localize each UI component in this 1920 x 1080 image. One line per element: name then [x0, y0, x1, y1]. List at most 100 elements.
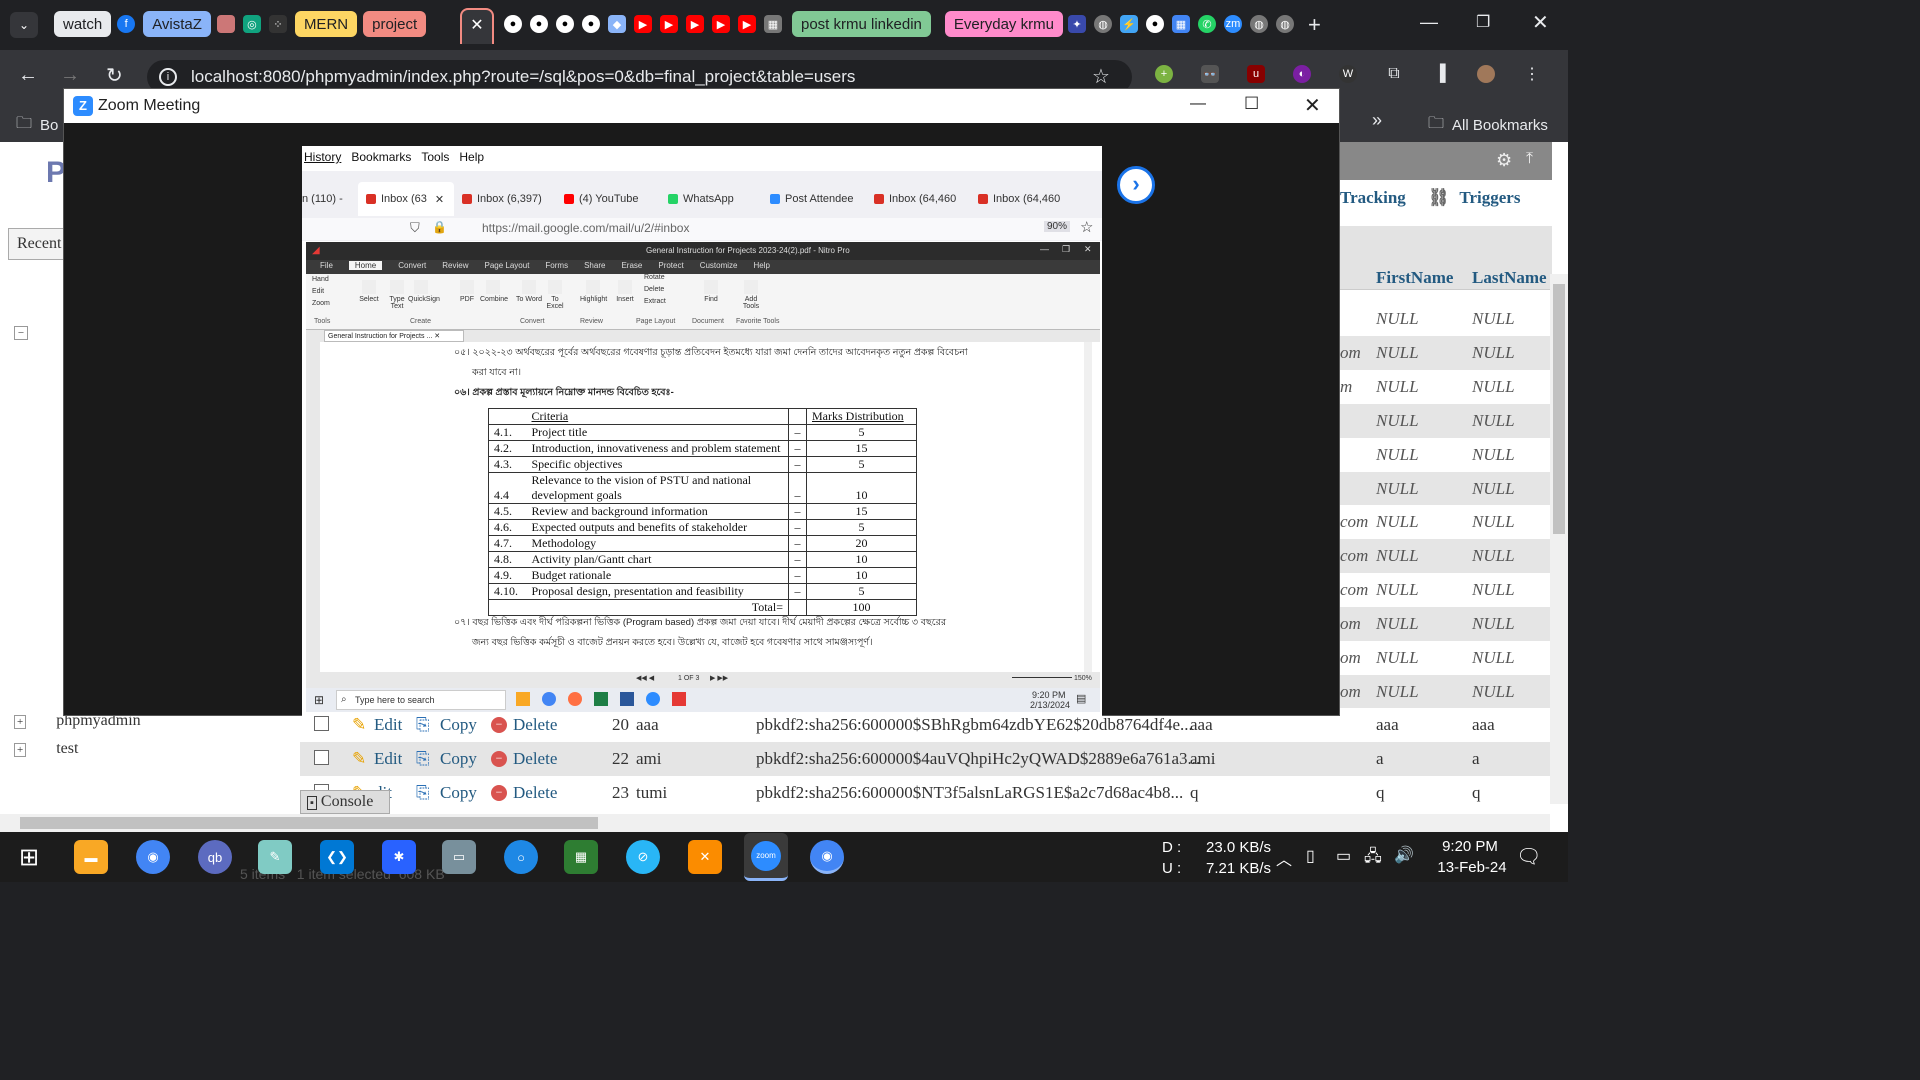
ribbon-tool[interactable]: Hand — [312, 276, 329, 283]
ribbon-tool[interactable]: Delete — [644, 286, 664, 293]
avatar-tab-icon[interactable] — [216, 15, 235, 33]
all-bookmarks-label[interactable]: All Bookmarks — [1452, 117, 1548, 134]
ribbon-tab[interactable]: Convert — [398, 261, 426, 270]
next-page-arrow-icon[interactable]: › — [1117, 166, 1155, 204]
ribbon-tab[interactable]: Review — [442, 261, 468, 270]
page-indicator[interactable]: 1 OF 3 — [678, 675, 699, 682]
chrome-icon[interactable]: ◉ — [136, 840, 170, 874]
delete-link[interactable]: Delete — [513, 749, 557, 769]
side-panel-icon[interactable]: ▐ — [1431, 65, 1449, 83]
ribbon-tool[interactable]: Extract — [644, 298, 666, 305]
vscode-icon[interactable]: ❮❯ — [320, 840, 354, 874]
ribbon-tool[interactable]: Insert — [612, 278, 638, 303]
notification-icon[interactable]: ▤ — [1076, 692, 1086, 705]
table-row[interactable]: NULL NULL — [1340, 471, 1550, 506]
glasses-extension-icon[interactable]: 👓 — [1201, 65, 1219, 83]
profile-avatar[interactable] — [1477, 65, 1495, 83]
collapse-icon[interactable]: − — [14, 326, 28, 340]
copy-link[interactable]: Copy — [440, 783, 477, 803]
firefox-tab[interactable]: Inbox (64,460 — [978, 182, 1060, 216]
ribbon-tool[interactable]: Type Text — [384, 278, 410, 310]
horizontal-scrollbar[interactable] — [0, 814, 1550, 832]
page-nav-icon[interactable]: ◀◀ ◀ — [636, 674, 654, 682]
xampp-icon[interactable]: ✕ — [688, 840, 722, 874]
notifications-icon[interactable]: 🗨 — [1516, 844, 1541, 869]
ribbon-tool[interactable]: Edit — [312, 288, 324, 295]
table-row[interactable]: NULL NULL — [1340, 302, 1550, 336]
ribbon-tab[interactable]: Customize — [700, 261, 738, 270]
extension-icon[interactable]: ◐ — [1293, 65, 1311, 83]
table-row[interactable]: om NULL NULL — [1340, 607, 1550, 642]
back-arrow-icon[interactable]: ← — [18, 64, 38, 87]
table-row[interactable]: om NULL NULL — [1340, 335, 1550, 370]
scrollbar-thumb[interactable] — [20, 817, 598, 829]
chevron-up-icon[interactable]: ︿ — [1276, 846, 1292, 870]
ribbon-tool[interactable]: QuickSign — [408, 278, 440, 303]
github-icon[interactable]: ● — [1146, 15, 1164, 33]
table-row[interactable]: com NULL NULL — [1340, 539, 1550, 574]
settings-gear-icon[interactable]: ⚙ — [1496, 150, 1512, 171]
ribbon-tab[interactable]: Protect — [658, 261, 683, 270]
tab-triggers[interactable]: Triggers — [1459, 188, 1520, 208]
volume-icon[interactable]: 🔊 — [1394, 845, 1414, 865]
table-row[interactable]: ✎ dit ⎘ Copy − Delete 23 tumi pbkdf2:sha… — [300, 776, 1550, 810]
nitro-minimize-icon[interactable]: — — [1040, 244, 1049, 254]
zoom-taskbar-active[interactable]: zoom — [744, 833, 788, 881]
ribbon-tab[interactable]: Share — [584, 261, 605, 270]
excel-icon[interactable] — [594, 692, 608, 706]
doc-tab[interactable]: General Instruction for Projects ... ✕ — [324, 330, 464, 342]
col-lastname[interactable]: LastName — [1472, 268, 1547, 288]
app-grid-icon[interactable]: ▦ — [1172, 15, 1190, 33]
zoom-icon[interactable]: zm — [1224, 15, 1242, 33]
app-icon[interactable]: ◆ — [608, 15, 626, 33]
windows-start-icon[interactable]: ⊞ — [12, 840, 46, 874]
menu-help[interactable]: Help — [459, 150, 484, 164]
youtube-icon[interactable]: ▶ — [634, 15, 652, 33]
github-icon[interactable]: ● — [556, 15, 574, 33]
youtube-icon[interactable]: ▶ — [738, 15, 756, 33]
ribbon-tab[interactable]: Forms — [545, 261, 568, 270]
table-row[interactable]: om NULL NULL — [1340, 641, 1550, 675]
folder-icon[interactable] — [516, 692, 530, 706]
site-info-icon[interactable]: i — [159, 68, 177, 86]
doc-zoom-level[interactable]: 150% — [1074, 675, 1092, 682]
ribbon-tab[interactable]: Page Layout — [484, 261, 529, 270]
image-icon[interactable]: ▦ — [764, 15, 782, 33]
whatsapp-icon[interactable]: ✆ — [1198, 15, 1216, 33]
ribbon-tab[interactable]: Erase — [621, 261, 642, 270]
table-row[interactable]: com NULL NULL — [1340, 505, 1550, 540]
firefox-url[interactable]: https://mail.google.com/mail/u/2/#inbox — [482, 221, 689, 235]
ribbon-tool[interactable]: Find — [698, 278, 724, 303]
globe-icon[interactable]: ◍ — [1276, 15, 1294, 33]
table-row[interactable]: m NULL NULL — [1340, 369, 1550, 404]
ribbon-tool[interactable]: Combine — [480, 278, 508, 303]
extension-plus-icon[interactable]: + — [1155, 65, 1173, 83]
menu-history[interactable]: History — [304, 150, 341, 164]
page-zoom-badge[interactable]: 90% — [1044, 221, 1071, 232]
chrome-icon[interactable]: ◉ — [810, 840, 844, 874]
clock-time[interactable]: 9:20 PM — [1436, 838, 1504, 855]
new-tab-plus-icon[interactable]: + — [1308, 12, 1321, 38]
chatgpt-icon[interactable]: ◎ — [242, 15, 261, 33]
github-icon[interactable]: ● — [530, 15, 548, 33]
youtube-icon[interactable]: ▶ — [660, 15, 678, 33]
notepad-icon[interactable]: ✎ — [258, 840, 292, 874]
nitro-close-icon[interactable]: ✕ — [1084, 244, 1092, 255]
inner-search-box[interactable]: ⌕ Type here to search — [336, 690, 506, 710]
tab-group-post-krmu-linkedin[interactable]: post krmu linkedin — [792, 11, 931, 37]
firefox-tab[interactable]: Inbox (64,460 — [874, 182, 956, 216]
firefox-tab[interactable]: Post Attendee — [770, 182, 854, 216]
zoom-slider[interactable] — [1012, 677, 1072, 678]
delete-link[interactable]: Delete — [513, 783, 557, 803]
safari-like-icon[interactable]: ⊘ — [626, 840, 660, 874]
table-row[interactable]: NULL NULL — [1340, 403, 1550, 438]
menu-tools[interactable]: Tools — [421, 150, 449, 164]
youtube-icon[interactable]: ▶ — [712, 15, 730, 33]
spreadsheet-icon[interactable]: ▦ — [564, 840, 598, 874]
minimize-icon[interactable]: — — [1420, 12, 1438, 33]
tab-group-project[interactable]: project — [363, 11, 427, 37]
dots-icon[interactable]: ⁘ — [268, 15, 287, 33]
globe-icon[interactable]: ◍ — [1094, 15, 1112, 33]
ribbon-tool[interactable]: Add Tools — [738, 278, 764, 310]
row-checkbox[interactable] — [314, 716, 329, 731]
